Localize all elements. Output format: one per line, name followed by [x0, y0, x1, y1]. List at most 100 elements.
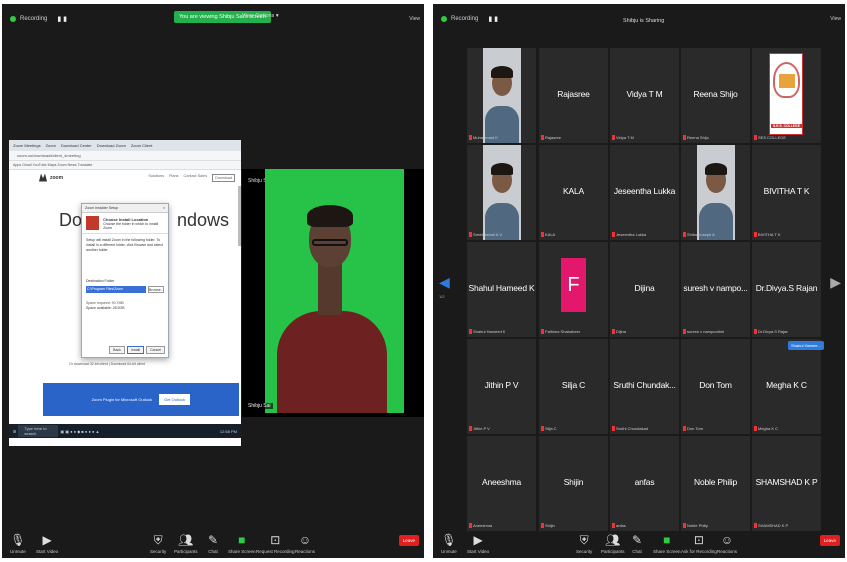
- view-button[interactable]: View: [409, 16, 420, 22]
- participants-button[interactable]: 👥︎ Participants: [174, 534, 198, 555]
- participant-tile[interactable]: Don Tom Don Tom: [681, 339, 750, 434]
- download-links[interactable]: Or download 32-bit client | Download 64-…: [69, 362, 145, 366]
- start-icon[interactable]: ⊞: [13, 429, 16, 434]
- install-button[interactable]: Install: [126, 346, 145, 354]
- next-page-icon[interactable]: ▶: [830, 274, 841, 291]
- browser-tab[interactable]: Download Zoom: [97, 143, 126, 148]
- page-scrollbar[interactable]: [238, 186, 241, 246]
- page-indicator: 1/2: [439, 294, 445, 299]
- right-meeting-window: Recording ▮ ▮ Shibju is Sharing View ◀ 1…: [433, 4, 845, 558]
- taskbar-search[interactable]: Type here to search: [18, 425, 59, 437]
- participant-tile[interactable]: Rajasree Rajasree: [539, 48, 608, 143]
- muted-mic-icon: [612, 135, 615, 140]
- ask-recording-button[interactable]: ⊡ Ask for Recording: [681, 533, 717, 555]
- start-video-button[interactable]: ▶ Start Video: [36, 534, 59, 555]
- bookmarks-bar[interactable]: Apps Gmail YouTube Maps Zoom News Transl…: [9, 161, 241, 170]
- speaker-hair: [307, 205, 353, 227]
- dialog-titlebar: Zoom Installer Setup ×: [82, 204, 168, 213]
- nav-plans[interactable]: Plans: [169, 174, 179, 182]
- participant-tile[interactable]: Shibu Joseph A: [681, 145, 750, 240]
- browser-tab[interactable]: Zoom: [46, 143, 56, 148]
- destination-folder-input[interactable]: C:\Program Files\Zoom: [86, 286, 146, 293]
- participant-tile[interactable]: Dijina Dijina: [610, 242, 679, 337]
- participant-tile[interactable]: Dr.Divya.S Rajan Dr.Divya.S Rajan: [752, 242, 821, 337]
- participant-tile[interactable]: Reena Shijo Reena Shijo: [681, 48, 750, 143]
- participant-video: [483, 145, 521, 240]
- start-video-label: Start Video: [36, 549, 59, 554]
- participant-label: Rajasree: [541, 135, 561, 140]
- pause-stop-icon[interactable]: ▮ ▮: [57, 15, 67, 23]
- request-recording-label: Request Recording: [256, 549, 295, 554]
- recording-indicator[interactable]: Recording ▮ ▮: [10, 15, 67, 23]
- muted-mic-icon: [754, 329, 757, 334]
- close-icon[interactable]: ×: [163, 206, 165, 210]
- participant-tile[interactable]: anfas anfas: [610, 436, 679, 531]
- speaker-video-tile[interactable]: Shibju Sai Shibju Sai: [242, 169, 424, 417]
- participant-tile[interactable]: KALA KALA: [539, 145, 608, 240]
- browse-button[interactable]: Browse...: [148, 286, 164, 293]
- browser-tab[interactable]: Zoom Client: [131, 143, 153, 148]
- participant-tile[interactable]: SHAMSHAD K P SHAMSHAD K P: [752, 436, 821, 531]
- participant-tile[interactable]: Jithin P V Jithin P V: [467, 339, 536, 434]
- chat-button[interactable]: ✎ Chat: [632, 534, 642, 555]
- participant-label: Dijina: [612, 329, 626, 334]
- participant-chip[interactable]: Shahul Hamee...: [788, 341, 824, 350]
- participant-label: BIVITHA T K: [754, 232, 781, 237]
- participant-tile[interactable]: S.E.S. COLLEGE SES COLLEGE: [752, 48, 821, 143]
- chat-button[interactable]: ✎ Chat: [208, 534, 218, 555]
- view-button[interactable]: View: [830, 16, 841, 22]
- participant-label-text: Shahul Hameed K: [473, 329, 506, 334]
- start-video-button[interactable]: ▶ Start Video: [467, 534, 489, 555]
- participant-tile[interactable]: F Fathima Shabaheer: [539, 242, 608, 337]
- participant-name: Sruthi Chundak...: [613, 380, 676, 390]
- nav-download[interactable]: Download: [212, 173, 235, 182]
- nav-contact-sales[interactable]: Contact Sales: [183, 174, 207, 182]
- participants-button[interactable]: 👥︎ Participants: [601, 534, 625, 555]
- address-bar[interactable]: zoom.us/download#client_4meeting: [9, 151, 241, 161]
- view-options-button[interactable]: View Options ▾: [242, 13, 279, 19]
- participant-tile[interactable]: Jeseentha Lukka Jeseentha Lukka: [610, 145, 679, 240]
- request-recording-button[interactable]: ⊡ Request Recording: [256, 534, 295, 555]
- installer-dialog: Zoom Installer Setup × Choose Install Lo…: [81, 203, 169, 358]
- participant-tile[interactable]: Sruthi Chundak... Sruthi Chundakad: [610, 339, 679, 434]
- browser-tab[interactable]: Zoom Meetings: [13, 143, 41, 148]
- zoom-logo[interactable]: zoom: [39, 173, 63, 182]
- leave-button[interactable]: Leave: [398, 535, 419, 546]
- reactions-button[interactable]: ☺ Reactions: [295, 534, 315, 555]
- participant-tile[interactable]: Silja C Silja C: [539, 339, 608, 434]
- security-label: Security: [576, 549, 593, 554]
- promo-button[interactable]: Get Outlook: [159, 394, 191, 405]
- unmute-button[interactable]: 🎙︎ Unmute: [10, 534, 26, 555]
- cancel-button[interactable]: Cancel: [146, 346, 165, 354]
- participant-tile[interactable]: Vidya T M Vidya T M: [610, 48, 679, 143]
- browser-tab[interactable]: Download Center: [61, 143, 92, 148]
- participant-tile[interactable]: suresh v nampo... suresh v nampoothiri: [681, 242, 750, 337]
- recording-indicator[interactable]: Recording ▮ ▮: [441, 15, 498, 23]
- participant-tile[interactable]: Megha K C Megha K C: [752, 339, 821, 434]
- participant-label: Shahul Hameed K: [469, 329, 505, 334]
- participant-tile[interactable]: BIVITHA T K BIVITHA T K: [752, 145, 821, 240]
- share-screen-button[interactable]: ■ Share Screen: [228, 534, 256, 555]
- participant-tile[interactable]: Shahul Hameed K Shahul Hameed K: [467, 242, 536, 337]
- pause-stop-icon[interactable]: ▮ ▮: [488, 15, 498, 23]
- participant-tile[interactable]: Aneeshma Aneeshma: [467, 436, 536, 531]
- sharing-label[interactable]: Shibju is Sharing: [623, 18, 664, 24]
- participant-tile[interactable]: Noble Philip Noble Philip: [681, 436, 750, 531]
- participant-tile[interactable]: Sreelekshmi A V: [467, 145, 536, 240]
- unmute-button[interactable]: 🎙︎ Unmute: [441, 534, 457, 555]
- prev-page-icon[interactable]: ◀: [439, 274, 450, 291]
- leave-button[interactable]: Leave: [819, 535, 840, 546]
- participant-name: BIVITHA T K: [763, 186, 810, 196]
- security-icon: ⛨: [579, 533, 589, 547]
- reactions-button[interactable]: ☺ Reactions: [717, 534, 738, 555]
- breakout-icon: ⊡: [693, 533, 704, 547]
- nav-solutions[interactable]: Solutions: [148, 174, 164, 182]
- taskbar-apps-icon[interactable]: ▣ ▣ ● ● ◆ ■ ● ● ● ▲: [60, 429, 99, 434]
- participant-tile[interactable]: Muhammad K: [467, 48, 536, 143]
- participant-tile[interactable]: Shijin Shijin: [539, 436, 608, 531]
- reactions-label: Reactions: [717, 549, 738, 554]
- back-button[interactable]: Back: [109, 346, 125, 354]
- security-button[interactable]: ⛨ Security: [576, 533, 593, 555]
- security-button[interactable]: ⛨ Security: [150, 534, 166, 555]
- share-screen-button[interactable]: ■ Share Screen: [653, 534, 681, 555]
